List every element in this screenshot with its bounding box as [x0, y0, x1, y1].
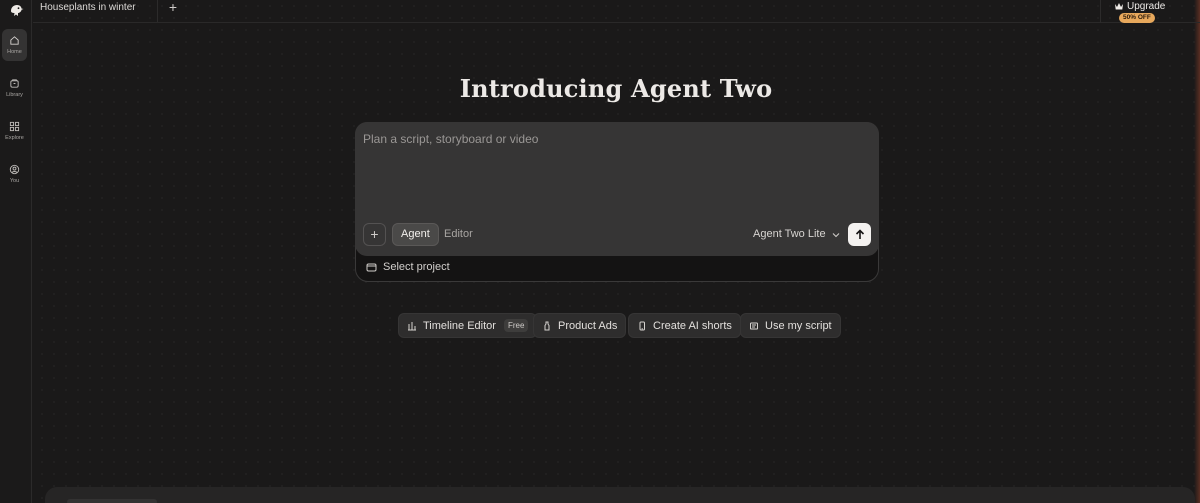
phone-icon [639, 321, 645, 330]
model-selector[interactable]: Agent Two Lite [753, 223, 840, 246]
tab-title: Houseplants in winter [40, 2, 136, 13]
chip-label: Create AI shorts [653, 319, 732, 332]
tab-houseplants-in-winter[interactable]: Houseplants in winter [33, 0, 158, 22]
upgrade-button[interactable]: Upgrade [1114, 1, 1165, 12]
new-tab-button[interactable]: + [166, 0, 180, 14]
top-bar: Houseplants in winter + Upgrade 50% OFF [33, 0, 1200, 23]
discount-badge: 50% OFF [1119, 13, 1155, 23]
attach-button[interactable]: + [363, 223, 386, 246]
chip-label: Timeline Editor [423, 319, 496, 332]
model-selected-label: Agent Two Lite [753, 228, 826, 240]
sidebar-item-you[interactable]: You [2, 158, 27, 190]
prompt-input[interactable] [363, 132, 863, 146]
page-title: Introducing Agent Two [459, 74, 773, 103]
arrow-up-icon [855, 229, 864, 239]
sidebar-item-home[interactable]: Home [2, 29, 27, 61]
create-ai-shorts-button[interactable]: Create AI shorts [628, 313, 741, 338]
sidebar-item-label: Explore [5, 135, 24, 141]
user-circle-icon [9, 164, 20, 175]
bottom-panel [45, 487, 1195, 503]
bottom-panel-handle[interactable] [67, 499, 157, 503]
sidebar-item-label: Home [7, 49, 22, 55]
chevron-down-icon [832, 232, 839, 237]
bird-logo-icon[interactable] [8, 2, 24, 18]
crown-icon [1115, 3, 1123, 10]
upgrade-area: Upgrade 50% OFF [1100, 0, 1200, 23]
sidebar-item-label: You [9, 178, 20, 184]
home-icon [10, 36, 19, 45]
bottle-icon [544, 321, 550, 330]
chip-label: Use my script [765, 319, 832, 332]
product-ads-button[interactable]: Product Ads [533, 313, 627, 338]
mode-agent-button[interactable]: Agent [392, 223, 439, 246]
use-my-script-button[interactable]: Use my script [740, 313, 841, 338]
timeline-editor-button[interactable]: Timeline Editor Free [398, 313, 538, 338]
folder-icon [366, 263, 377, 272]
upgrade-label: Upgrade [1127, 1, 1166, 12]
grid-icon [9, 121, 20, 132]
select-project-button[interactable]: Select project [366, 261, 450, 273]
free-tag: Free [503, 319, 529, 332]
composer: + Agent Editor Agent Two Lite [355, 122, 879, 256]
mode-editor-button[interactable]: Editor [438, 223, 479, 246]
send-button[interactable] [848, 223, 871, 246]
select-project-label: Select project [383, 261, 450, 273]
script-icon [750, 322, 758, 329]
sidebar-item-explore[interactable]: Explore [2, 115, 27, 147]
chip-label: Product Ads [558, 319, 618, 332]
timeline-icon [408, 321, 416, 330]
